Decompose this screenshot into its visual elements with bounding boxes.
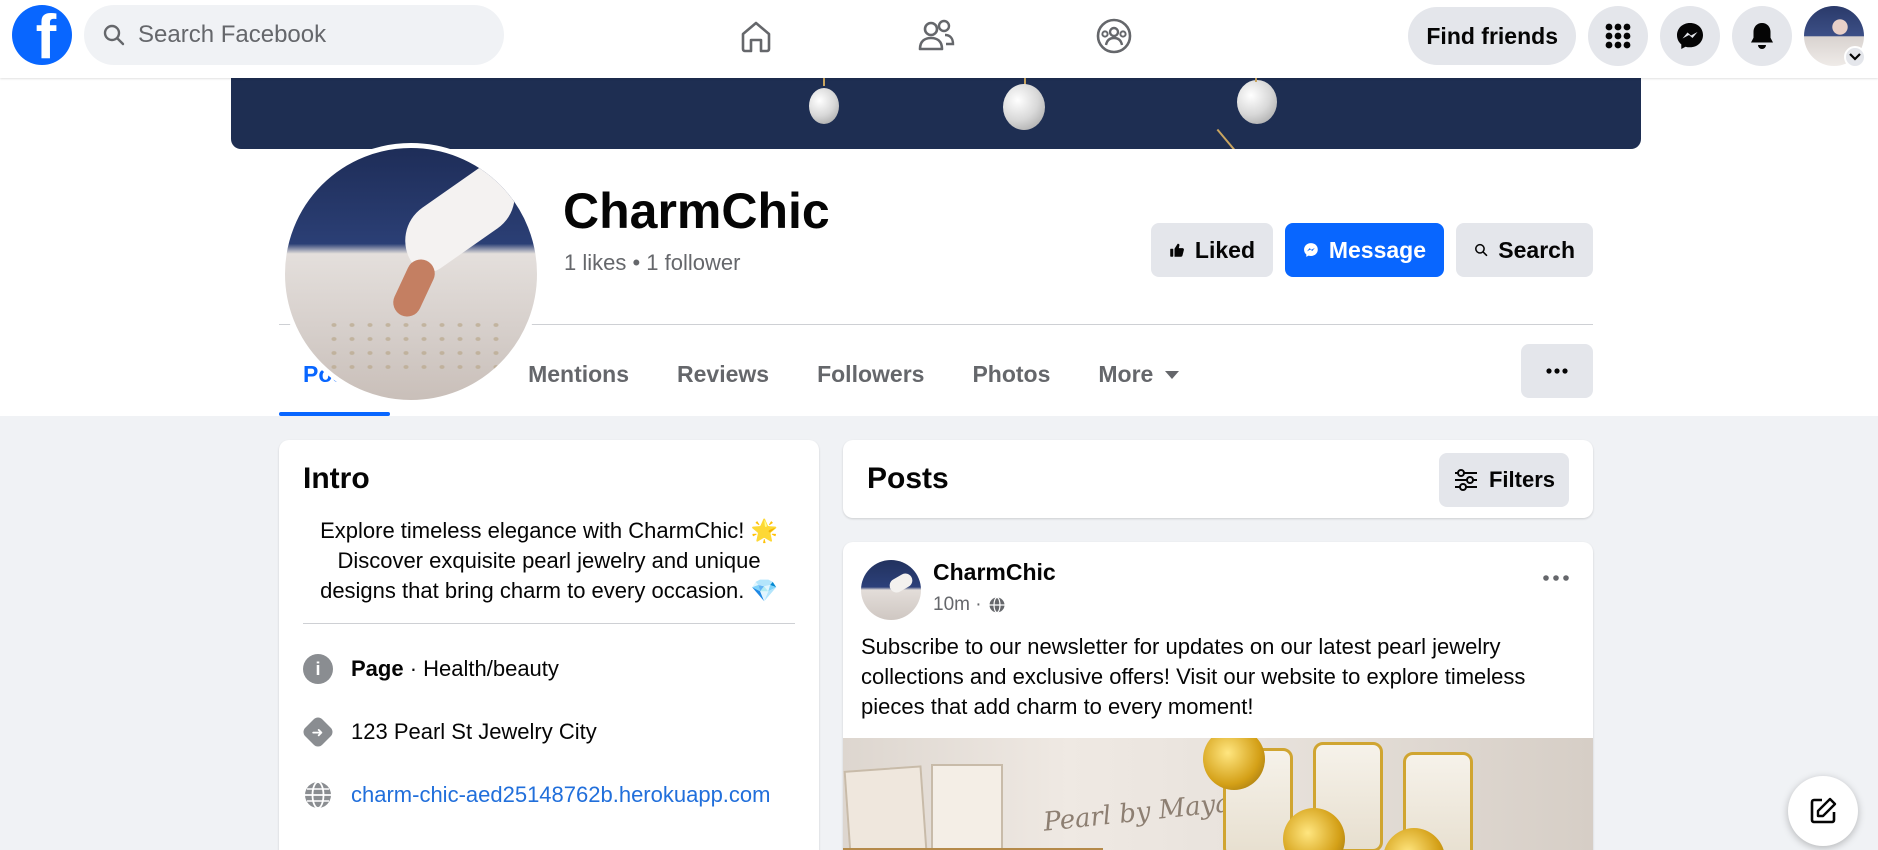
intro-website-link[interactable]: charm-chic-aed25148762b.herokuapp.com [351,782,770,808]
notifications-button[interactable] [1732,6,1792,66]
post-author-avatar[interactable] [861,560,921,620]
thumbs-up-icon [1170,243,1184,257]
earring-card-1 [843,765,929,850]
intro-title: Intro [303,462,370,495]
page-title: CharmChic [563,183,830,239]
page-search-button-label: Search [1498,236,1575,263]
profile-picture-jewelry-detail [325,318,505,378]
tab-more-label: More [1098,361,1154,387]
more-horizontal-icon [1543,575,1569,581]
globe-icon [989,596,1005,614]
tab-reviews[interactable]: Reviews [653,333,793,416]
groups-icon [1096,18,1132,54]
post-card: CharmChic 10m · Subscribe to our newslet… [843,542,1593,850]
post-options-button[interactable] [1543,568,1569,586]
shop-sign: Pearl by Maya [1041,788,1233,838]
tab-more[interactable]: More [1074,333,1203,416]
cover-photo[interactable] [231,68,1641,149]
chevron-down-icon[interactable] [1844,46,1866,68]
groups-nav-button[interactable] [1084,8,1144,64]
notifications-icon [1751,23,1773,49]
intro-card: Intro Explore timeless elegance with Cha… [279,440,819,850]
profile-picture-fur-detail [389,156,531,280]
messenger-icon [1304,243,1318,257]
message-button[interactable]: Message [1285,223,1444,277]
caret-down-icon [1165,370,1180,379]
intro-category-row: i Page · Health/beauty [303,654,559,684]
menu-grid-icon [1605,23,1631,49]
posts-section-title: Posts [867,462,949,495]
message-button-label: Message [1328,236,1426,263]
post-timestamp[interactable]: 10m · [933,594,982,616]
page-search-button[interactable]: Search [1456,223,1593,277]
profile-picture-hand-detail [388,254,440,322]
filters-button-label: Filters [1488,467,1556,492]
post-author-name[interactable]: CharmChic [933,559,1056,586]
intro-address[interactable]: 123 Pearl St Jewelry City [351,719,597,745]
tab-mentions[interactable]: Mentions [504,333,653,416]
search-input[interactable] [138,21,438,49]
intro-website-row: charm-chic-aed25148762b.herokuapp.com [303,780,770,810]
compose-icon [1810,797,1837,824]
intro-page-label: Page [351,656,404,681]
messenger-button[interactable] [1660,6,1720,66]
liked-button-label: Liked [1194,236,1255,263]
intro-address-row: ➜ 123 Pearl St Jewelry City [301,715,597,749]
directions-icon: ➜ [301,715,335,749]
search-icon [1475,243,1488,257]
liked-button[interactable]: Liked [1151,223,1273,277]
search-icon [103,24,125,46]
new-message-button[interactable] [1788,776,1858,846]
account-avatar[interactable] [1804,6,1866,68]
more-options-button[interactable] [1521,344,1593,398]
menu-button[interactable] [1588,6,1648,66]
posts-header-card: Posts Filters [843,440,1593,518]
messenger-icon [1677,23,1703,49]
home-icon [741,21,771,53]
post-text: Subscribe to our newsletter for updates … [861,634,1526,719]
filters-button[interactable]: Filters [1439,453,1569,507]
profile-picture[interactable] [280,143,542,405]
intro-divider [303,623,795,624]
search-bar[interactable] [84,5,504,65]
find-friends-button[interactable]: Find friends [1408,7,1576,65]
top-navigation-bar: f Find friends [0,0,1878,78]
friends-icon [918,19,955,51]
info-icon: i [303,654,333,684]
home-nav-button[interactable] [726,8,786,64]
friends-nav-button[interactable] [906,8,966,64]
post-meta: 10m · [933,594,1006,616]
post-image[interactable]: Pearl by Maya [843,738,1593,850]
tab-photos[interactable]: Photos [948,333,1074,416]
page-stats[interactable]: 1 likes • 1 follower [564,250,740,276]
filters-icon [1454,469,1477,491]
facebook-logo-icon[interactable]: f [12,5,72,65]
more-horizontal-icon [1546,368,1568,374]
intro-bio: Explore timeless elegance with CharmChic… [320,518,778,603]
earring-card-2 [931,764,1003,850]
intro-category[interactable]: · Health/beauty [404,656,559,681]
globe-icon [305,781,331,809]
tab-followers[interactable]: Followers [793,333,948,416]
